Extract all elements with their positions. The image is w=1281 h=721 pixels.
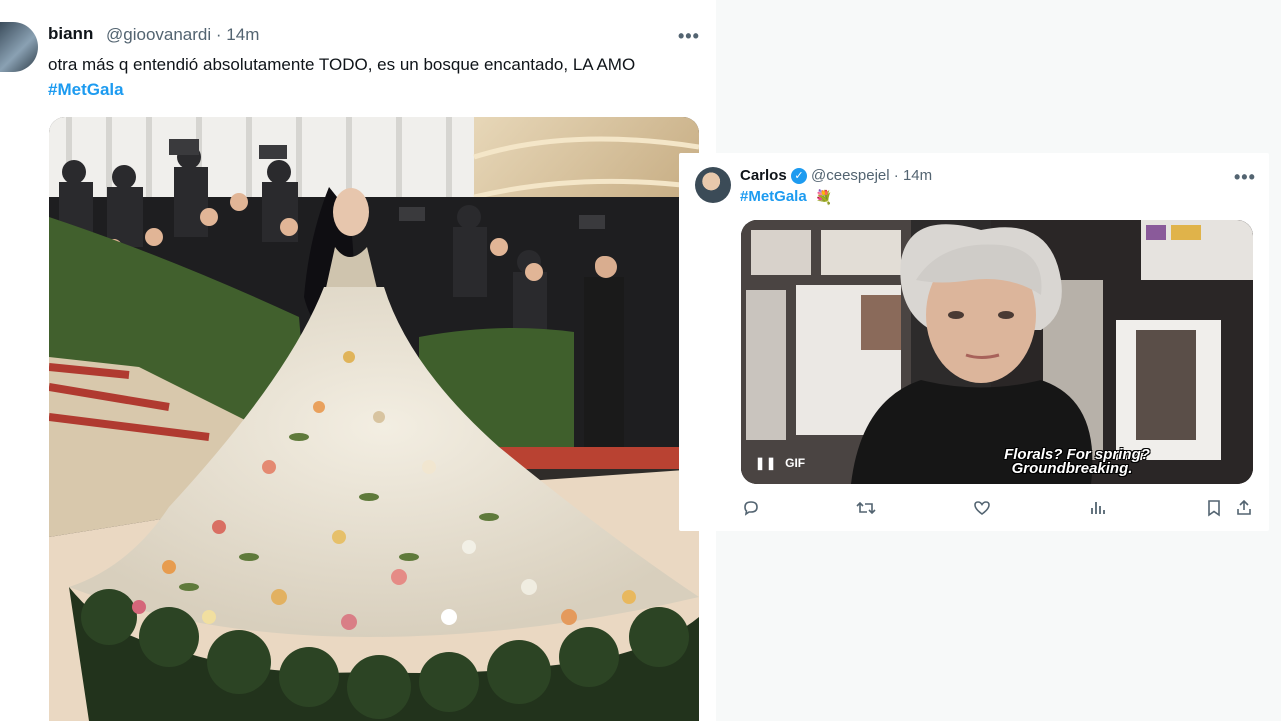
retweet-icon[interactable] xyxy=(856,499,876,519)
more-icon[interactable]: ••• xyxy=(1234,167,1256,188)
display-name[interactable]: Carlos xyxy=(740,167,787,184)
tweet-meta: @gioovanardi · 14m xyxy=(106,25,259,45)
bookmark-icon[interactable] xyxy=(1204,499,1224,519)
display-name[interactable]: biann xyxy=(48,24,93,44)
gif-badge[interactable]: ❚❚ GIF xyxy=(755,456,805,470)
tweet-photo[interactable] xyxy=(49,117,699,721)
verified-badge-icon: ✓ xyxy=(791,168,807,184)
gif-caption-line2: Groundbreaking. xyxy=(1011,460,1133,477)
pause-icon[interactable]: ❚❚ xyxy=(755,456,777,470)
avatar[interactable] xyxy=(695,167,731,203)
tweet-biann[interactable]: biann @gioovanardi · 14m ••• otra más q … xyxy=(0,0,716,721)
tweet-gif[interactable]: Florals? For spring? Groundbreaking. ❚❚ G… xyxy=(741,220,1253,484)
timestamp[interactable]: 14m xyxy=(226,25,259,44)
tweet-actions xyxy=(741,499,1253,519)
tweet-meta: @ceespejel · 14m xyxy=(811,167,932,184)
hashtag-link[interactable]: #MetGala xyxy=(740,188,807,205)
gif-frame xyxy=(741,220,1253,484)
more-icon[interactable]: ••• xyxy=(678,26,700,47)
gif-label: GIF xyxy=(785,456,806,470)
like-icon[interactable] xyxy=(972,499,992,519)
share-icon[interactable] xyxy=(1234,499,1254,519)
handle[interactable]: @gioovanardi xyxy=(106,25,211,44)
handle[interactable]: @ceespejel xyxy=(811,167,890,184)
hashtag-link[interactable]: #MetGala xyxy=(48,80,124,99)
separator: · xyxy=(893,167,899,184)
views-icon[interactable] xyxy=(1088,499,1108,519)
tweet-text: otra más q entendió absolutamente TODO, … xyxy=(48,52,688,102)
tweet-text-body: otra más q entendió absolutamente TODO, … xyxy=(48,55,636,74)
timestamp[interactable]: 14m xyxy=(903,167,932,184)
separator: · xyxy=(215,25,222,44)
met-gala-gown-photo xyxy=(49,117,699,721)
reply-icon[interactable] xyxy=(741,499,761,519)
tweet-carlos[interactable]: Carlos ✓ @ceespejel · 14m ••• #MetGala 💐 xyxy=(679,153,1269,531)
bouquet-emoji: 💐 xyxy=(815,189,833,205)
avatar[interactable] xyxy=(0,22,38,72)
